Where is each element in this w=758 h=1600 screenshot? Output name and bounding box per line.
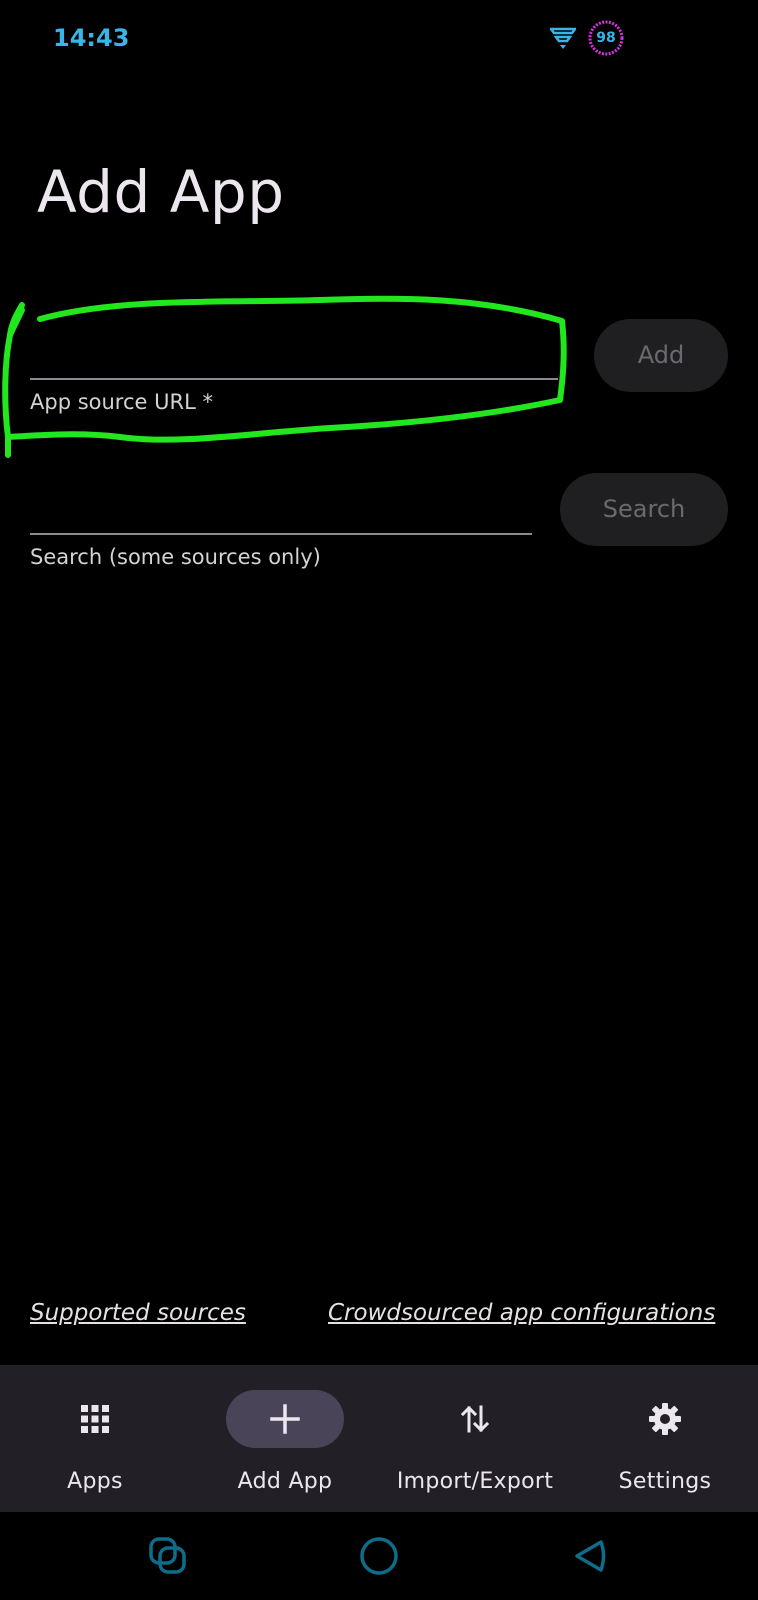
url-field-underline xyxy=(30,378,558,380)
page-title: Add App xyxy=(37,158,285,226)
nav-icon-container xyxy=(606,1390,724,1448)
nav-label-apps: Apps xyxy=(67,1469,123,1494)
battery-level: 98 xyxy=(596,30,616,46)
status-bar: 14:43 98 xyxy=(0,0,758,80)
nav-icon-container xyxy=(416,1390,534,1448)
recents-icon[interactable] xyxy=(146,1534,190,1578)
gear-icon xyxy=(649,1403,681,1435)
home-icon[interactable] xyxy=(357,1534,401,1578)
footer-links: Supported sources Crowdsourced app confi… xyxy=(0,1300,758,1332)
add-button-label: Add xyxy=(637,341,685,369)
crowdsourced-configs-link[interactable]: Crowdsourced app configurations xyxy=(328,1300,715,1326)
supported-sources-link[interactable]: Supported sources xyxy=(30,1300,246,1326)
url-field-label: App source URL * xyxy=(30,390,213,414)
import-export-icon xyxy=(460,1405,490,1433)
nav-item-import-export[interactable]: Import/Export xyxy=(380,1365,570,1512)
search-field[interactable]: Search (some sources only) xyxy=(30,475,532,575)
bottom-nav: Apps Add App Import/Export Settings xyxy=(0,1365,758,1512)
nav-item-settings[interactable]: Settings xyxy=(570,1365,758,1512)
status-time: 14:43 xyxy=(53,24,130,52)
search-field-underline xyxy=(30,533,532,535)
nav-label-import-export: Import/Export xyxy=(396,1469,554,1494)
system-nav xyxy=(0,1512,758,1600)
search-button[interactable]: Search xyxy=(560,473,728,546)
nav-label-add-app: Add App xyxy=(237,1469,333,1494)
back-icon[interactable] xyxy=(568,1534,612,1578)
wifi-icon xyxy=(550,27,576,49)
nav-active-indicator xyxy=(226,1390,344,1448)
nav-label-settings: Settings xyxy=(618,1469,712,1494)
nav-item-apps[interactable]: Apps xyxy=(0,1365,190,1512)
nav-icon-container xyxy=(36,1390,154,1448)
search-field-label: Search (some sources only) xyxy=(30,545,321,569)
grid-icon xyxy=(81,1405,109,1433)
plus-icon xyxy=(270,1404,300,1434)
url-field[interactable]: App source URL * xyxy=(30,320,558,420)
search-button-label: Search xyxy=(602,495,686,523)
nav-item-add-app[interactable]: Add App xyxy=(190,1365,380,1512)
add-button[interactable]: Add xyxy=(594,319,728,392)
